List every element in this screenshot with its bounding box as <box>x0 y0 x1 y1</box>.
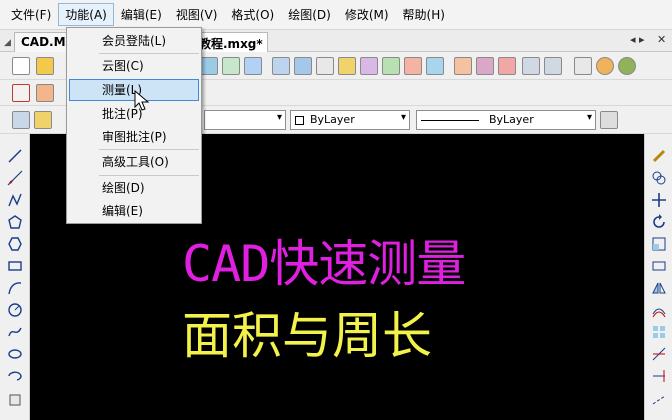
draw-toolbar <box>0 134 30 420</box>
zoom-window-icon[interactable] <box>272 57 290 75</box>
menu-item-draw[interactable]: 绘图(D) <box>69 177 199 199</box>
circle-icon[interactable] <box>7 302 23 318</box>
eraser-icon[interactable] <box>498 57 516 75</box>
view-tool-icon[interactable] <box>426 57 444 75</box>
redo-icon[interactable] <box>544 57 562 75</box>
print-icon[interactable] <box>574 57 592 75</box>
menu-format[interactable]: 格式(O) <box>224 3 281 26</box>
menu-separator <box>99 175 199 176</box>
ellipse-arc-icon[interactable] <box>7 368 23 384</box>
polygon-icon[interactable] <box>7 214 23 230</box>
tab-scroll-arrows[interactable]: ◂ ▸ <box>630 33 645 46</box>
line-icon[interactable] <box>7 148 23 164</box>
menu-view[interactable]: 视图(V) <box>169 3 225 26</box>
menu-file[interactable]: 文件(F) <box>4 3 58 26</box>
render-icon[interactable] <box>596 57 614 75</box>
move-view-icon[interactable] <box>316 57 334 75</box>
erase-icon[interactable] <box>651 148 667 164</box>
online-icon[interactable] <box>618 57 636 75</box>
stretch-icon[interactable] <box>651 258 667 274</box>
arc-icon[interactable] <box>7 280 23 296</box>
color-swatch <box>295 115 304 125</box>
copy-icon[interactable] <box>651 170 667 186</box>
layer-state-icon[interactable] <box>34 111 52 129</box>
hexagon-icon[interactable] <box>7 236 23 252</box>
menu-help[interactable]: 帮助(H) <box>396 3 452 26</box>
layer-tool-icon[interactable] <box>382 57 400 75</box>
scale-icon[interactable] <box>651 236 667 252</box>
pdf-export-icon[interactable] <box>12 84 30 102</box>
undo-icon[interactable] <box>522 57 540 75</box>
menu-separator <box>99 149 199 150</box>
new-file-icon[interactable] <box>12 57 30 75</box>
menu-bar: 文件(F) 功能(A) 编辑(E) 视图(V) 格式(O) 绘图(D) 修改(M… <box>0 0 672 30</box>
linetype-combo-value: ByLayer <box>489 113 534 126</box>
trim-icon[interactable] <box>651 346 667 362</box>
layer-manager-icon[interactable] <box>12 111 30 129</box>
tab-marker-icon: ◢ <box>4 38 11 48</box>
array-icon[interactable] <box>651 324 667 340</box>
spline-icon[interactable] <box>7 324 23 340</box>
tab-tutorial-file[interactable]: 教程.mxg* <box>192 32 268 52</box>
image-export-icon[interactable] <box>36 84 54 102</box>
arrow-cursor-icon <box>134 90 150 111</box>
color-combo[interactable]: ByLayer ▾ <box>290 110 410 130</box>
canvas-title-line2: 面积与周长 <box>182 307 432 365</box>
match-properties-icon[interactable] <box>338 57 356 75</box>
menu-draw[interactable]: 绘图(D) <box>281 3 338 26</box>
menu-function[interactable]: 功能(A) <box>58 3 114 26</box>
zoom-realtime-icon[interactable] <box>294 57 312 75</box>
zoom-extents-icon[interactable] <box>244 57 262 75</box>
tab-cad-file[interactable]: CAD.M <box>14 32 70 52</box>
ellipse-icon[interactable] <box>7 346 23 362</box>
construction-line-icon[interactable] <box>7 170 23 186</box>
canvas-title-line1: CAD快速测量 <box>182 235 466 293</box>
menu-edit[interactable]: 编辑(E) <box>114 3 169 26</box>
color-combo-value: ByLayer <box>310 113 355 126</box>
break-icon[interactable] <box>651 392 667 408</box>
paint-icon[interactable] <box>404 57 422 75</box>
pan-tool-icon[interactable] <box>200 57 218 75</box>
menu-item-cloud-drawing[interactable]: 云图(C) <box>69 55 199 77</box>
rectangle-icon[interactable] <box>7 258 23 274</box>
mirror-icon[interactable] <box>651 280 667 296</box>
menu-modify[interactable]: 修改(M) <box>338 3 396 26</box>
offset-icon[interactable] <box>651 302 667 318</box>
menu-item-advanced-tools[interactable]: 高级工具(O) <box>69 151 199 173</box>
modify-toolbar <box>644 134 672 420</box>
open-file-icon[interactable] <box>36 57 54 75</box>
rotate-icon[interactable] <box>651 214 667 230</box>
move-icon[interactable] <box>651 192 667 208</box>
linetype-combo[interactable]: ByLayer ▾ <box>416 110 596 130</box>
linetype-preview <box>421 119 479 121</box>
calculator-icon[interactable] <box>454 57 472 75</box>
brush-icon[interactable] <box>476 57 494 75</box>
properties-icon[interactable] <box>360 57 378 75</box>
function-menu-dropdown: 会员登陆(L) 云图(C) 测量(L) 批注(P) 审图批注(P) 高级工具(O… <box>66 27 202 224</box>
menu-item-member-login[interactable]: 会员登陆(L) <box>69 30 199 52</box>
ucs-icon[interactable] <box>222 57 240 75</box>
tab-close-icon[interactable]: ✕ <box>657 33 666 46</box>
extend-icon[interactable] <box>651 368 667 384</box>
polyline-icon[interactable] <box>7 192 23 208</box>
layer-combo[interactable]: ▾ <box>204 110 286 130</box>
menu-item-review-annotate[interactable]: 审图批注(P) <box>69 126 199 148</box>
menu-item-edit[interactable]: 编辑(E) <box>69 200 199 222</box>
insert-block-icon[interactable] <box>7 392 23 408</box>
lineweight-icon[interactable] <box>600 111 618 129</box>
menu-separator <box>99 53 199 54</box>
